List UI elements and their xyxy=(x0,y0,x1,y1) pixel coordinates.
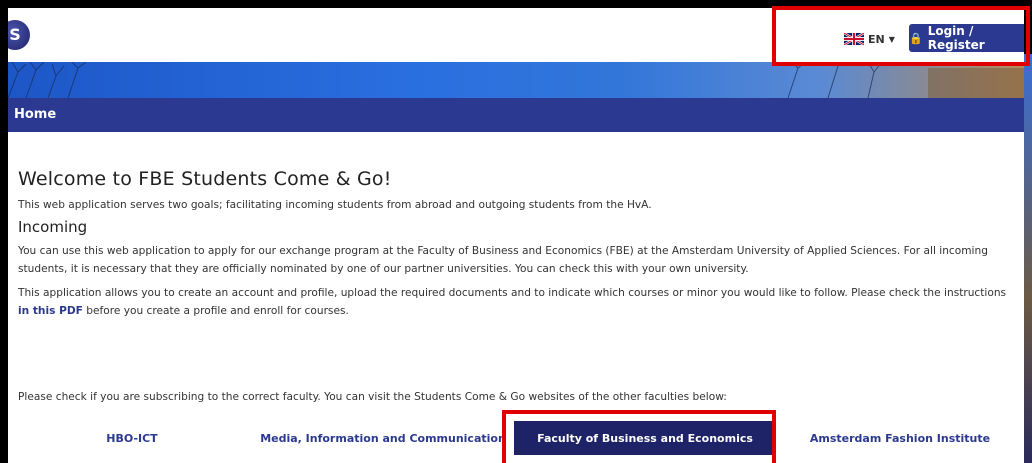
header-banner-image xyxy=(8,62,1024,98)
incoming-p2-text-before: This application allows you to create an… xyxy=(18,287,1007,299)
breadcrumb-bar: Home xyxy=(8,98,1024,132)
incoming-paragraph-2: This application allows you to create an… xyxy=(18,284,1018,320)
tab-media-information-communication[interactable]: Media, Information and Communication xyxy=(256,421,510,455)
login-register-button[interactable]: 🔒 Login / Register xyxy=(909,24,1024,52)
incoming-p2-text-after: before you create a profile and enroll f… xyxy=(82,305,349,317)
uk-flag-icon xyxy=(844,33,864,45)
tab-hbo-ict[interactable]: HBO-ICT xyxy=(8,421,256,455)
pdf-instructions-link[interactable]: in this PDF xyxy=(18,305,83,317)
incoming-heading: Incoming xyxy=(18,218,88,236)
page-title: Welcome to FBE Students Come & Go! xyxy=(18,168,392,190)
faculty-note: Please check if you are subscribing to t… xyxy=(18,391,727,403)
language-label: EN xyxy=(868,32,885,46)
chevron-down-icon: ▼ xyxy=(888,34,895,44)
logo[interactable]: S xyxy=(8,20,30,50)
top-bar: S EN ▼ 🔒 Login / Register xyxy=(8,8,1024,62)
tab-amsterdam-fashion-institute[interactable]: Amsterdam Fashion Institute xyxy=(776,421,1024,455)
background-image-edge xyxy=(1024,54,1032,463)
tab-business-economics[interactable]: Faculty of Business and Economics xyxy=(514,421,776,455)
lock-icon: 🔒 xyxy=(909,31,923,45)
faculty-tabs: HBO-ICT Media, Information and Communica… xyxy=(8,421,1024,455)
login-register-label: Login / Register xyxy=(927,24,985,52)
page: S EN ▼ 🔒 Login / Register Home Welcome t… xyxy=(8,8,1024,463)
nav-home-link[interactable]: Home xyxy=(14,107,56,122)
incoming-paragraph-1: You can use this web application to appl… xyxy=(18,245,988,275)
intro-text: This web application serves two goals; f… xyxy=(18,199,652,211)
main-content: Welcome to FBE Students Come & Go! This … xyxy=(18,142,1018,320)
language-selector[interactable]: EN ▼ xyxy=(844,29,895,49)
